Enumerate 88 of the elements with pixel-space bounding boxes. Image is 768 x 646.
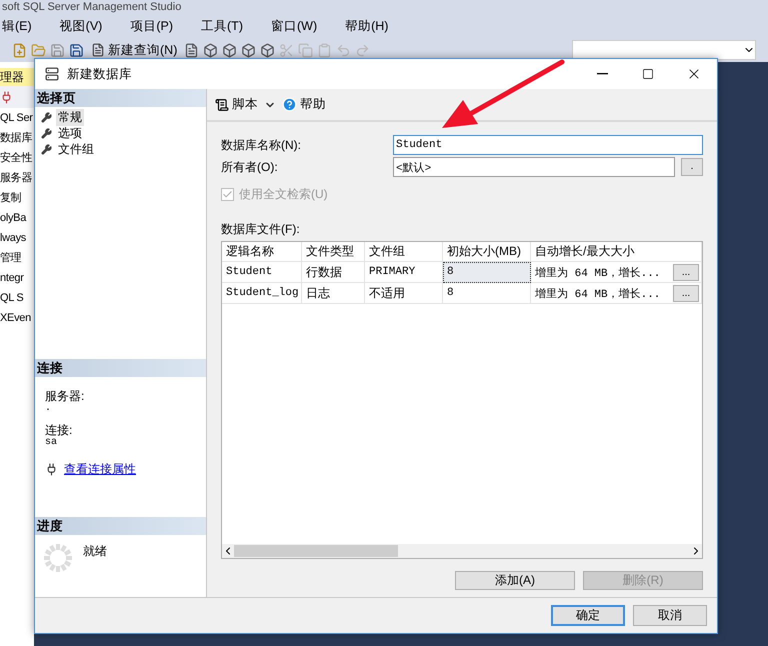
menu-item[interactable]: 辑(E) [2, 18, 32, 35]
database-name-field[interactable]: Student [393, 135, 703, 155]
toolbar-dropdown[interactable] [572, 40, 756, 60]
wrench-icon [41, 128, 52, 138]
wrench-icon [41, 144, 52, 154]
owner-field[interactable]: <默认> [393, 157, 675, 177]
app-title: soft SQL Server Management Studio [2, 1, 182, 13]
tree-item[interactable]: olyBa [0, 208, 34, 228]
table-cell: Student [222, 262, 302, 283]
paste-icon[interactable] [317, 42, 332, 58]
new-item-icon[interactable] [12, 42, 27, 58]
tree-item[interactable]: lways [0, 228, 34, 248]
server-label: 服务器: [45, 389, 86, 403]
cube-icon[interactable] [260, 42, 276, 58]
wrench-icon [41, 112, 52, 122]
horizontal-scrollbar[interactable] [222, 544, 702, 558]
field-label: 所有者(O): [221, 158, 279, 176]
menu-item[interactable]: 工具(T) [201, 18, 243, 35]
page-item[interactable]: 选项 [56, 124, 84, 142]
server-value: . [45, 403, 52, 415]
table-cell: 行数据 [302, 262, 365, 283]
ok-button[interactable]: 确定 [551, 605, 625, 626]
section-header: 选择页 [35, 89, 206, 107]
script-button[interactable]: 脚本 [215, 96, 258, 113]
column-header: 文件类型 [302, 242, 365, 262]
checkbox-label: 使用全文检索(U) [239, 186, 328, 203]
column-header: 逻辑名称 [222, 242, 302, 262]
table-cell: PRIMARY [365, 262, 443, 283]
page-item[interactable]: 常规 [56, 108, 84, 126]
cube-icon[interactable] [203, 42, 218, 58]
tree-item[interactable]: QL Ser [0, 108, 34, 128]
table-label: 数据库文件(F): [221, 221, 301, 238]
dialog-title: 新建数据库 [67, 66, 132, 82]
undo-icon[interactable] [336, 42, 352, 58]
tree-item[interactable]: ntegr [0, 268, 34, 288]
growth-settings-button[interactable]: ... [673, 264, 699, 280]
section-header: 连接 [35, 359, 206, 377]
column-header: 初始大小(MB) [443, 242, 531, 262]
script-icon [215, 98, 229, 112]
growth-settings-button[interactable]: ... [673, 284, 699, 302]
copy-icon[interactable] [298, 42, 314, 58]
open-icon[interactable] [31, 42, 46, 58]
panel-title: 理器 [0, 68, 34, 86]
connection-label: 连接: [45, 423, 74, 437]
table-cell: 不适用 [365, 283, 443, 304]
spinner-icon [43, 543, 73, 573]
table-cell: 8 [443, 262, 531, 283]
menu-item[interactable]: 窗口(W) [270, 18, 318, 35]
browse-button[interactable]: . [681, 158, 703, 176]
table-cell: 8 [443, 283, 531, 304]
growth-text: 增里为 64 MB，增长... [535, 287, 660, 300]
menu-item[interactable]: 视图(V) [60, 18, 102, 35]
table-cell: Student_log [222, 283, 302, 304]
maximize-icon [642, 68, 654, 80]
page-item[interactable]: 文件组 [56, 140, 96, 158]
cube-icon[interactable] [222, 42, 238, 58]
column-header: 文件组 [365, 242, 443, 262]
tree-item[interactable]: XEven [0, 308, 34, 328]
connection-value: sa [45, 437, 58, 449]
growth-text: 增里为 64 MB，增长... [535, 266, 660, 280]
tree-item[interactable]: 复制 [0, 188, 34, 208]
add-button[interactable]: 添加(A) [455, 571, 575, 590]
tree-item[interactable]: QL S [0, 288, 34, 308]
tree-item[interactable]: 服务器 [0, 168, 34, 188]
cube-icon[interactable] [241, 42, 256, 58]
help-icon [282, 97, 297, 112]
menu-item[interactable]: 帮助(H) [345, 18, 388, 35]
tree-item[interactable]: 管理 [0, 248, 34, 268]
disconnect-icon[interactable] [0, 90, 13, 104]
tree-item[interactable]: 安全性 [0, 148, 34, 168]
help-button[interactable]: 帮助 [282, 96, 326, 113]
new-query-button[interactable]: 新建查询(N) [88, 42, 180, 58]
table-cell: 日志 [302, 283, 365, 304]
document-icon [91, 43, 105, 57]
server-icon [45, 67, 59, 81]
column-header: 自动增长/最大大小 [531, 242, 702, 262]
menu-item[interactable]: 项目(P) [130, 18, 174, 35]
tree-item[interactable]: 数据库 [0, 128, 34, 148]
field-label: 数据库名称(N): [221, 136, 302, 154]
minimize-icon [596, 73, 608, 75]
section-header: 进度 [35, 517, 206, 535]
redo-icon[interactable] [355, 42, 370, 58]
save-all-icon[interactable] [69, 42, 84, 58]
plug-icon [45, 463, 58, 476]
connection-properties-link[interactable]: 查看连接属性 [64, 461, 136, 478]
progress-status: 就绪 [83, 543, 107, 560]
cancel-button[interactable]: 取消 [633, 605, 707, 626]
document-icon[interactable] [184, 42, 200, 58]
